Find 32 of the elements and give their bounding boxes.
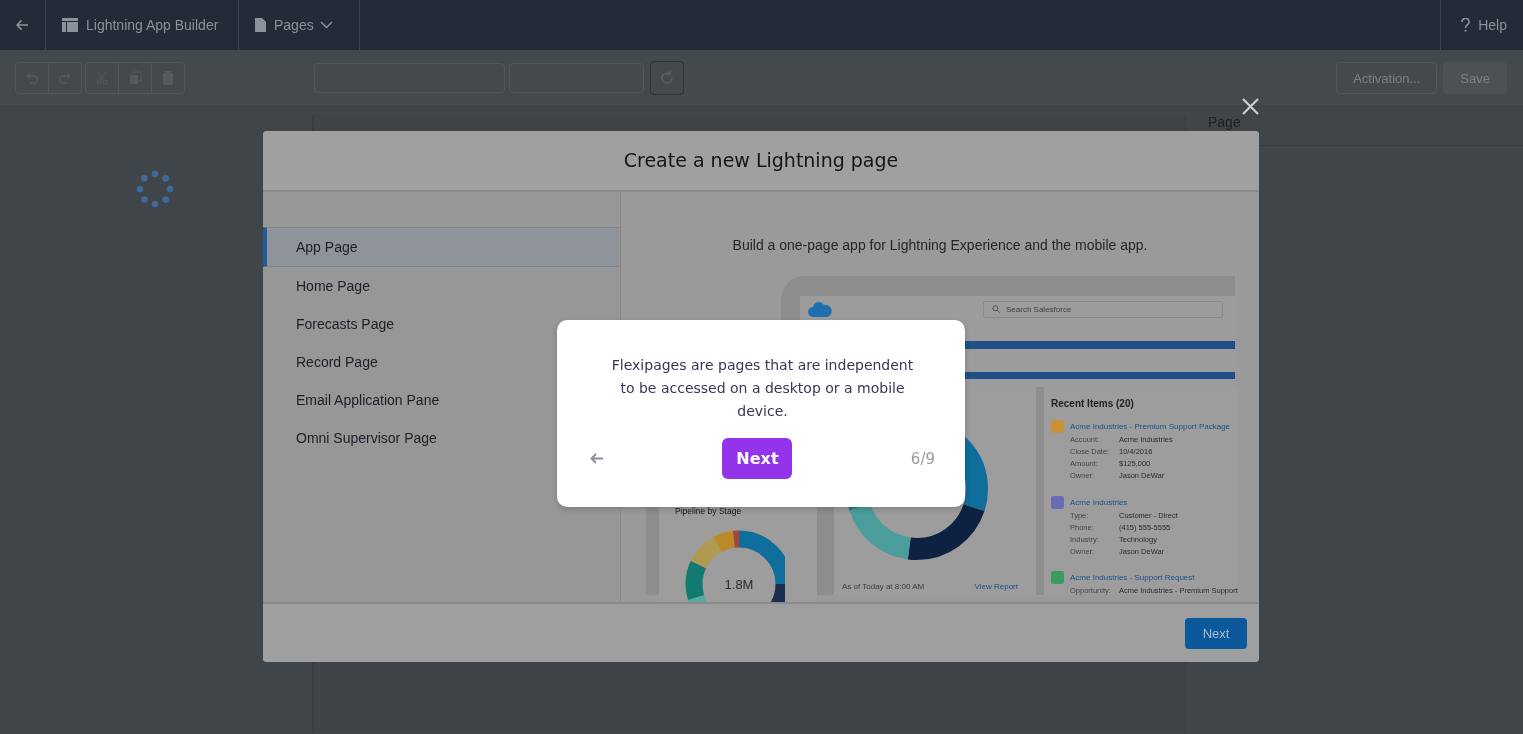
pages-menu[interactable]: Pages bbox=[274, 17, 333, 33]
search-field[interactable]: Search Salesforce bbox=[983, 300, 1223, 318]
question-mark-icon bbox=[1461, 18, 1471, 32]
record-link[interactable]: Acme Industries bbox=[1070, 497, 1178, 507]
app-title: Lightning App Builder bbox=[86, 17, 219, 33]
tour-message: Flexipages are pages that are independent to be accessed on a desktop or a mobile device. bbox=[610, 356, 915, 421]
refresh-icon[interactable] bbox=[650, 61, 684, 95]
page-type-item[interactable]: App Page bbox=[263, 226, 620, 267]
back-arrow-icon[interactable] bbox=[590, 453, 604, 464]
modal-title: Create a new Lightning page bbox=[623, 149, 899, 172]
search-icon bbox=[992, 305, 1000, 314]
document-icon bbox=[255, 18, 266, 32]
record-link[interactable]: Acme Industries - Support Request bbox=[1070, 573, 1238, 583]
step-counter: 6/9 bbox=[910, 449, 935, 468]
close-icon[interactable] bbox=[1242, 98, 1259, 115]
record-link[interactable]: Acme Industries - Premium Support Package bbox=[1070, 421, 1231, 431]
next-button[interactable]: Next bbox=[722, 438, 793, 479]
help-link[interactable]: Help bbox=[1461, 17, 1507, 33]
cloud-logo-icon bbox=[808, 301, 832, 318]
loading-spinner-icon bbox=[135, 168, 175, 210]
chart-title: Pipeline by Stage bbox=[675, 505, 743, 516]
page-description: Build a one-page app for Lightning Experience and the mobile app. bbox=[732, 235, 1148, 254]
chart-total: 1.8M bbox=[724, 576, 754, 592]
page-type-item[interactable]: Home Page bbox=[263, 266, 620, 305]
chevron-down-icon bbox=[319, 21, 333, 29]
report-timestamp: As of Today at 8:00 AM bbox=[842, 581, 925, 591]
layout-grid-icon bbox=[62, 18, 78, 32]
card-title: Recent Items (20) bbox=[1051, 397, 1135, 409]
next-button[interactable]: Next bbox=[1185, 617, 1247, 649]
activation-button[interactable]: Activation... bbox=[1336, 62, 1438, 94]
back-arrow-icon[interactable] bbox=[16, 19, 29, 31]
view-report-link[interactable]: View Report bbox=[974, 581, 1018, 591]
